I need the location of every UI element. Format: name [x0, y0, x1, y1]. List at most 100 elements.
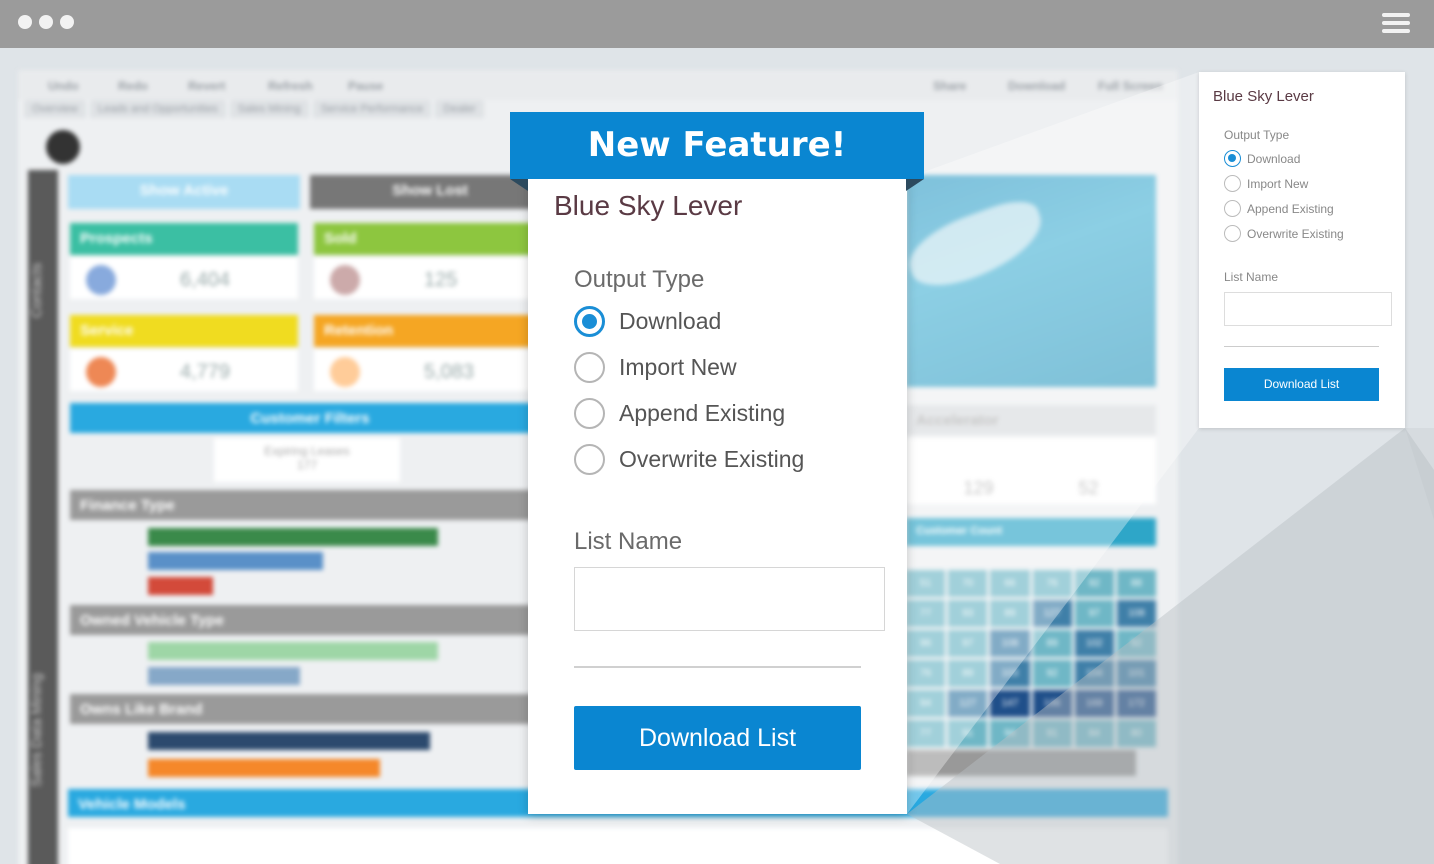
toolbar-pause: Pause	[348, 79, 384, 93]
heatmap-cell: 94	[990, 720, 1030, 747]
tab-leads: Leads and Opportunities	[89, 100, 226, 118]
toolbar-revert: Revert	[188, 79, 226, 93]
heatmap-cell: 172	[1116, 690, 1157, 717]
dashboard-tabs: Overview Leads and Opportunities Sales M…	[24, 100, 484, 118]
radio-append-existing-label: Append Existing	[619, 400, 786, 426]
preview-list-name-label: List Name	[1224, 270, 1279, 284]
card-prospects-value: 6,404	[180, 269, 231, 291]
heatmap-cell: 102	[1074, 630, 1114, 657]
owned-vehicle-header: Owned Vehicle Type	[70, 605, 550, 635]
window-dot-icon[interactable]	[39, 15, 53, 29]
ribbon-fold-left	[510, 179, 528, 191]
sidebar-contacts: Contacts	[28, 262, 44, 318]
heatmap-cell: 127	[948, 690, 988, 717]
radio-append-existing[interactable]: Append Existing	[574, 398, 785, 429]
heatmap-cell: 96	[906, 630, 946, 657]
radio-import-new-label: Import New	[619, 354, 737, 380]
finance-bar	[148, 528, 438, 546]
dashboard-sidebar: Contacts Sales Data Mining	[28, 170, 58, 864]
card-service-label: Service	[70, 315, 298, 347]
heatmap-cell: 127	[1032, 600, 1072, 627]
radio-empty-icon[interactable]	[574, 398, 605, 429]
radio-empty-icon	[1224, 175, 1241, 192]
avatar	[86, 265, 116, 295]
tab-sales-mining: Sales Mining	[229, 100, 309, 118]
radio-empty-icon	[1224, 225, 1241, 242]
owns-like-brand-header: Owns Like Brand	[70, 694, 550, 724]
blue-sky-lever-panel: Blue Sky Lever Output Type Download Impo…	[528, 178, 907, 814]
tab-dealer: Dealer	[435, 100, 484, 118]
heatmap-cell: 93	[948, 600, 988, 627]
preview-radio-label: Download	[1247, 151, 1301, 166]
heatmap-cell: 88	[1116, 570, 1157, 597]
heatmap-cell: 80	[1116, 720, 1157, 747]
card-retention-value: 5,083	[424, 361, 475, 383]
vehicle-bar	[148, 667, 300, 685]
hamburger-menu-icon[interactable]	[1382, 13, 1410, 33]
window-dot-icon[interactable]	[18, 15, 32, 29]
heatmap-cell: 108	[1116, 600, 1157, 627]
radio-empty-icon	[1224, 200, 1241, 217]
preview-divider	[1224, 346, 1379, 347]
heatmap-cell: 104	[1074, 660, 1114, 687]
radio-download[interactable]: Download	[574, 306, 721, 337]
radio-download-label: Download	[619, 308, 722, 334]
avatar	[86, 357, 116, 387]
vehicle-bar	[148, 642, 438, 660]
heatmap-cell: 169	[1074, 690, 1114, 717]
preview-list-name-input	[1224, 292, 1392, 326]
heatmap-grid: 51 70 66 76 92 88 77 93 89 127 97 108 96 97 108 89 102 92…	[906, 570, 1157, 750]
heatmap-cell: 70	[948, 570, 988, 597]
accelerator-value: 52	[1078, 478, 1099, 498]
avatar	[330, 357, 360, 387]
radio-selected-icon[interactable]	[574, 306, 605, 337]
preview-panel: Blue Sky Lever Output Type Download Impo…	[1199, 72, 1405, 428]
preview-radio-overwrite-existing: Overwrite Existing	[1224, 225, 1344, 242]
radio-import-new[interactable]: Import New	[574, 352, 737, 383]
toolbar-share: Share	[933, 79, 967, 93]
heatmap-cell: 84	[1074, 720, 1114, 747]
heatmap-cell: 92	[1074, 570, 1114, 597]
card-retention-label: Retention	[314, 315, 550, 347]
heatmap-cell: 89	[1032, 630, 1072, 657]
preview-output-type-label: Output Type	[1224, 128, 1290, 142]
accelerator-values: 129 52	[906, 438, 1156, 504]
expiring-leases-card: Expiring Leases 177	[214, 438, 400, 482]
preview-radio-label: Append Existing	[1247, 201, 1334, 216]
download-list-button[interactable]: Download List	[574, 706, 861, 770]
list-name-input[interactable]	[574, 567, 885, 631]
accelerator-value: 129	[963, 478, 994, 498]
ribbon-fold-right	[906, 179, 924, 191]
window-controls	[18, 15, 74, 29]
output-type-label: Output Type	[574, 266, 705, 293]
card-service: 4,779	[70, 349, 298, 391]
radio-overwrite-existing[interactable]: Overwrite Existing	[574, 444, 804, 475]
customer-count-header: Customer Count	[906, 518, 1156, 546]
finance-bar	[148, 552, 323, 570]
heatmap-cell: 92	[1116, 630, 1157, 657]
card-prospects-label: Prospects	[70, 223, 298, 255]
customer-filters-header: Customer Filters	[70, 403, 550, 433]
toolbar-full-screen: Full Screen	[1098, 79, 1163, 93]
card-prospects: 6,404	[70, 257, 298, 299]
heatmap-cell: 147	[990, 690, 1030, 717]
brand-bar	[148, 759, 380, 777]
preview-download-list-button: Download List	[1224, 368, 1379, 401]
heatmap-cell: 77	[906, 720, 946, 747]
expiring-leases-value: 177	[296, 458, 318, 472]
heatmap-cell: 89	[948, 660, 988, 687]
preview-radio-download: Download	[1224, 150, 1300, 167]
toolbar-refresh: Refresh	[268, 79, 313, 93]
finance-bar	[148, 577, 213, 595]
toolbar-undo: Undo	[48, 79, 79, 93]
card-sold-label: Sold	[314, 223, 550, 255]
card-service-value: 4,779	[180, 361, 231, 383]
radio-selected-icon	[1224, 150, 1241, 167]
heatmap-cell: 108	[990, 630, 1030, 657]
card-sold: 125	[314, 257, 550, 299]
heatmap-cell: 92	[1032, 660, 1072, 687]
window-dot-icon[interactable]	[60, 15, 74, 29]
radio-empty-icon[interactable]	[574, 444, 605, 475]
preview-radio-append-existing: Append Existing	[1224, 200, 1334, 217]
radio-empty-icon[interactable]	[574, 352, 605, 383]
